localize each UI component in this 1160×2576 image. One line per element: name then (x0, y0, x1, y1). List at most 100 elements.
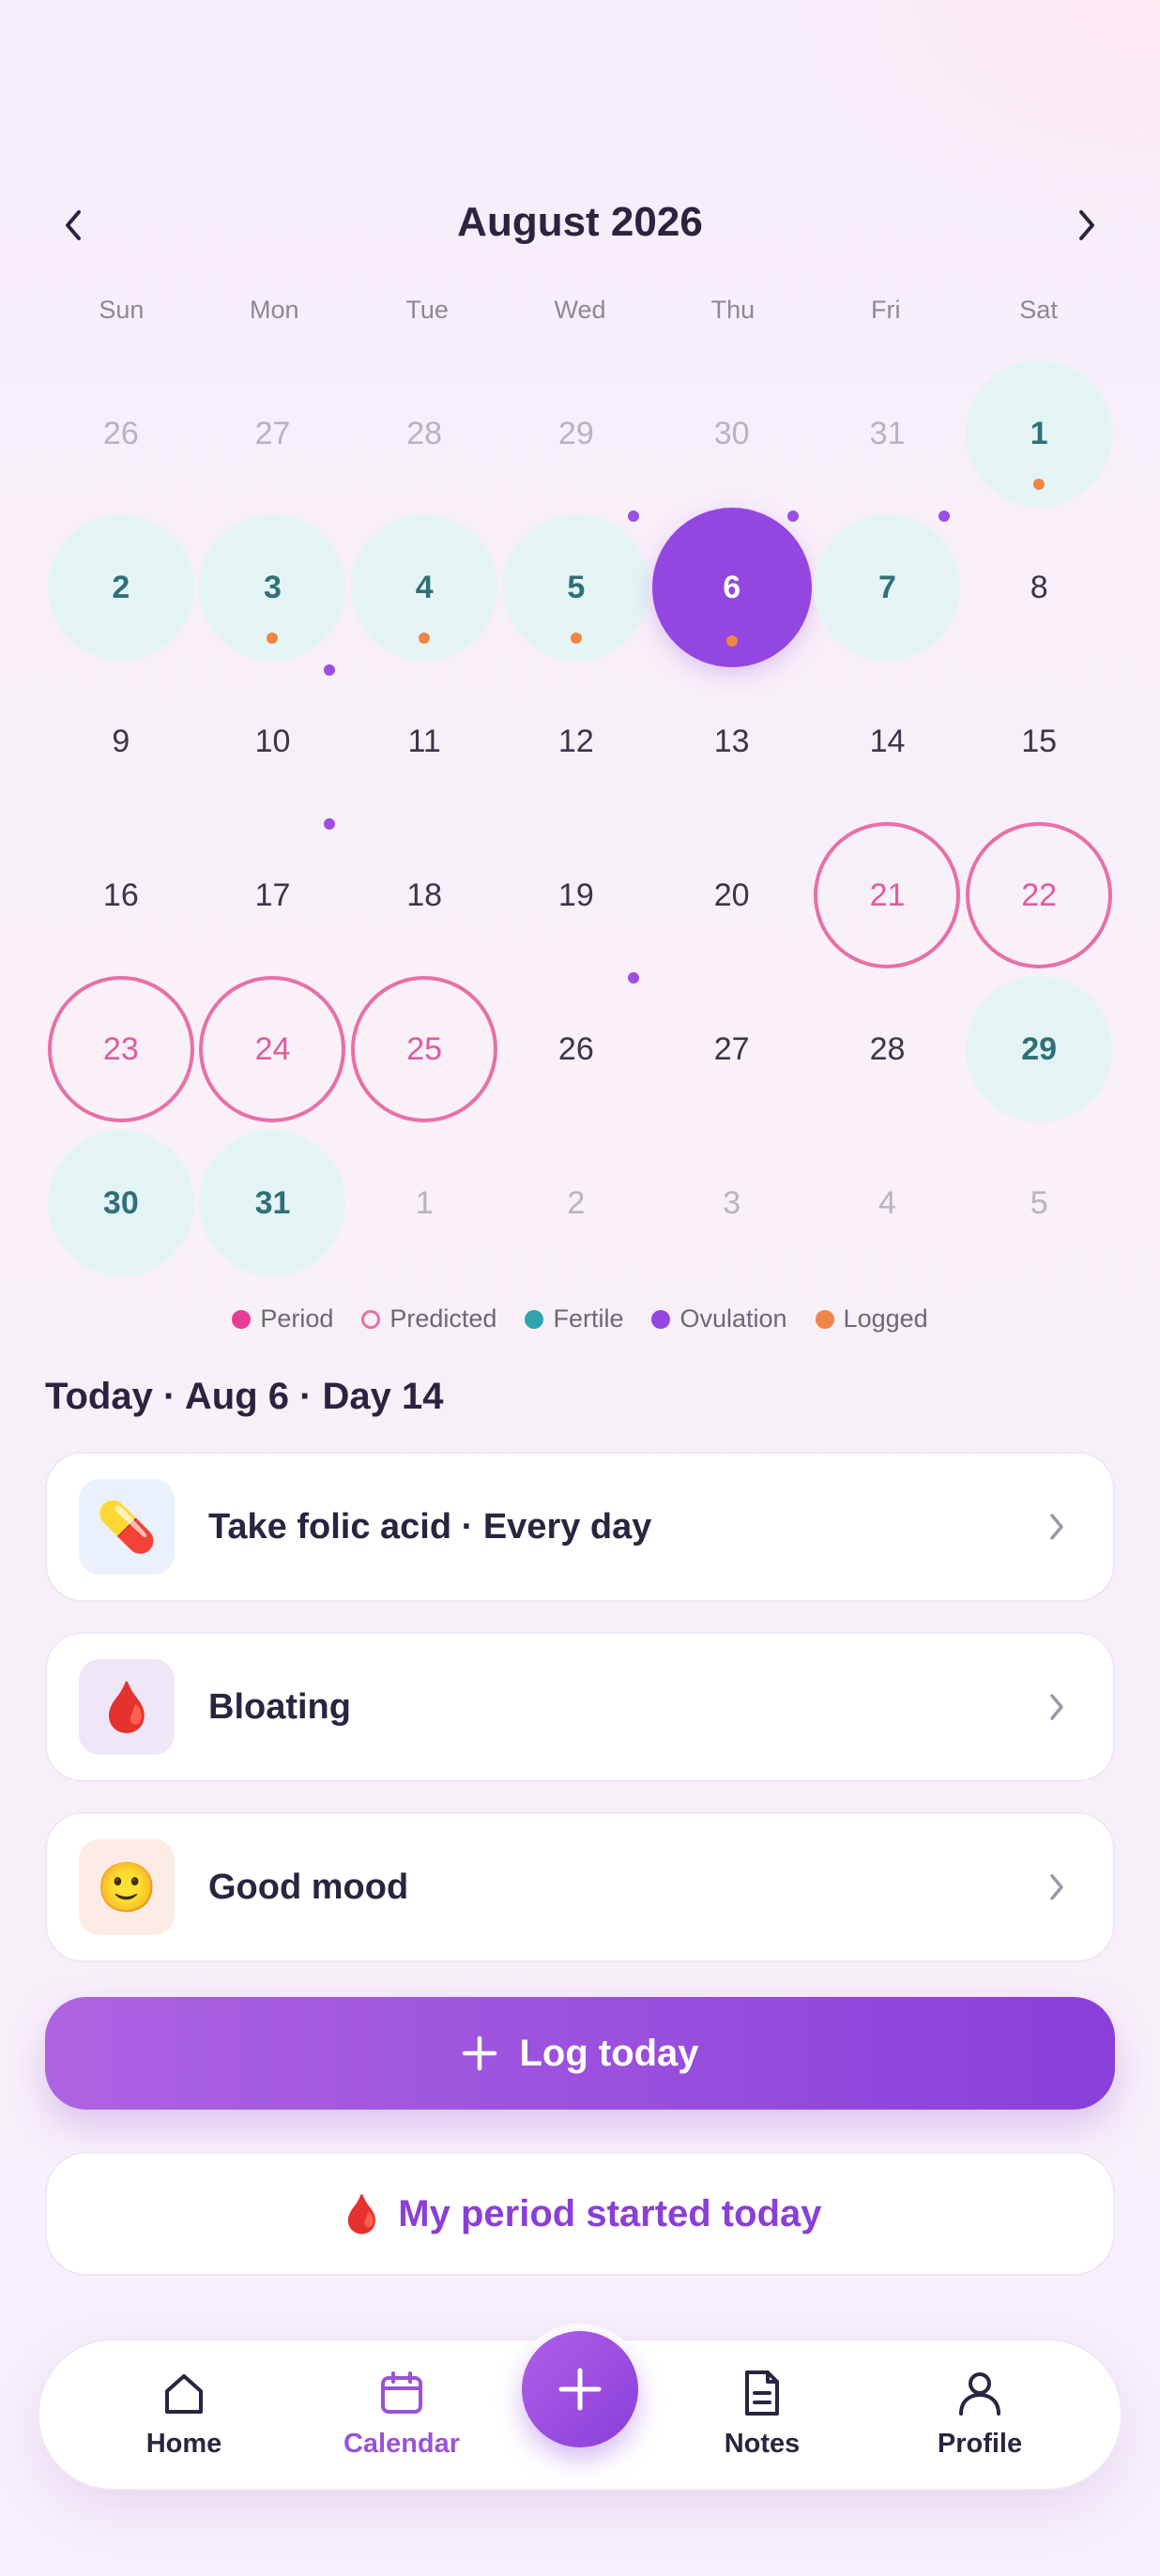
calendar-day[interactable]: 30 (45, 1126, 197, 1280)
weekday-label: Sun (99, 296, 145, 324)
period-started-button[interactable]: 🩸 My period started today (45, 2152, 1115, 2276)
calendar-day[interactable]: 24 (197, 972, 349, 1126)
calendar-day[interactable]: 15 (963, 664, 1115, 818)
day-number: 4 (878, 1184, 896, 1221)
day-circle: 30 (659, 360, 805, 507)
calendar-day[interactable]: 8 (963, 511, 1115, 664)
next-month-button[interactable] (1059, 197, 1115, 253)
calendar-day[interactable]: 4 (348, 511, 500, 664)
chevron-right-icon (1079, 210, 1094, 240)
day-circle: 10 (199, 668, 345, 815)
day-number: 27 (713, 1030, 750, 1067)
day-circle: 30 (47, 1130, 194, 1276)
calendar-day[interactable]: 31 (197, 1126, 349, 1280)
day-circle: 9 (48, 668, 194, 815)
nav-notes[interactable]: Notes (668, 2369, 856, 2460)
blood-drop-icon: 🩸 (79, 1659, 175, 1755)
calendar-day[interactable]: 5 (500, 511, 652, 664)
day-number: 28 (869, 1030, 906, 1067)
calendar-day[interactable]: 27 (652, 972, 812, 1126)
legend-label: Logged (843, 1304, 928, 1333)
calendar-day[interactable]: 9 (45, 664, 197, 818)
day-circle: 15 (966, 668, 1112, 815)
day-number: 17 (254, 876, 291, 913)
calendar-day[interactable]: 11 (348, 664, 500, 818)
calendar-day: 3 (652, 1126, 812, 1280)
day-circle: 21 (814, 822, 961, 968)
card-label: Bloating (208, 1686, 351, 1727)
day-number: 4 (415, 569, 434, 605)
day-circle: 19 (503, 822, 649, 968)
calendar-day[interactable]: 16 (45, 818, 197, 972)
day-number: 21 (869, 876, 906, 913)
reminder-card-folic-acid[interactable]: 💊 Take folic acid · Every day (45, 1452, 1115, 1602)
day-number: 11 (407, 723, 441, 759)
day-circle: 29 (966, 976, 1113, 1122)
calendar-day[interactable]: 28 (812, 972, 964, 1126)
day-number: 26 (102, 415, 139, 451)
calendar-grid: 26 27 28 29 30 31 1 2 3 4 5 6 7 8 9 10 11 12 13 14 15 16 17 18 1… (45, 357, 1115, 1280)
calendar-day[interactable]: 10 (197, 664, 349, 818)
log-today-button[interactable]: Log today (45, 1997, 1115, 2110)
day-circle: 20 (659, 822, 805, 968)
calendar-day: 28 (348, 357, 500, 511)
day-number: 15 (1021, 723, 1058, 759)
legend-item-logged: Logged (815, 1304, 928, 1334)
day-number: 7 (878, 569, 896, 605)
day-circle: 24 (199, 976, 346, 1122)
day-number: 3 (264, 569, 282, 605)
day-circle: 14 (814, 668, 960, 815)
calendar-day[interactable]: 3 (197, 511, 349, 664)
nav-profile[interactable]: Profile (886, 2369, 1074, 2460)
nav-home[interactable]: Home (90, 2369, 278, 2460)
day-circle: 31 (199, 1130, 346, 1276)
predicted-ring-icon (361, 1309, 381, 1329)
mood-card-good-mood[interactable]: 🙂 Good mood (45, 1812, 1115, 1962)
legend-item-ovulation: Ovulation (651, 1304, 787, 1334)
calendar-day[interactable]: 7 (812, 511, 964, 664)
calendar-day[interactable]: 13 (652, 664, 812, 818)
day-number: 25 (406, 1030, 443, 1067)
symptom-card-bloating[interactable]: 🩸 Bloating (45, 1632, 1115, 1782)
logged-dot-icon (1033, 479, 1046, 490)
calendar-day[interactable]: 1 (963, 357, 1115, 511)
calendar-day[interactable]: 25 (348, 972, 500, 1126)
day-circle: 7 (814, 514, 961, 661)
weekday-label: Wed (554, 296, 606, 324)
calendar-day: 4 (812, 1126, 964, 1280)
smile-icon: 🙂 (79, 1839, 175, 1935)
day-number: 30 (102, 1184, 139, 1221)
calendar-day[interactable]: 29 (963, 972, 1115, 1126)
calendar-day: 31 (812, 357, 964, 511)
calendar-day[interactable]: 2 (45, 511, 197, 664)
calendar-day[interactable]: 23 (45, 972, 197, 1126)
nav-calendar[interactable]: Calendar (308, 2369, 496, 2460)
calendar-day[interactable]: 26 (500, 972, 652, 1126)
day-number: 2 (112, 569, 130, 605)
legend-item-fertile: Fertile (525, 1304, 623, 1334)
legend-label: Predicted (389, 1304, 497, 1333)
calendar-day[interactable]: 20 (652, 818, 812, 972)
ovulation-dot-icon (324, 664, 336, 676)
calendar-day[interactable]: 14 (812, 664, 964, 818)
add-entry-fab[interactable] (514, 2324, 646, 2455)
pill-icon: 💊 (79, 1479, 175, 1575)
day-circle: 26 (503, 976, 649, 1122)
weekday-header: Sun Mon Tue Wed Thu Fri Sat (45, 296, 1115, 325)
calendar-day[interactable]: 12 (500, 664, 652, 818)
logged-dot-icon (419, 633, 431, 644)
day-circle: 6 (651, 508, 812, 667)
calendar-day[interactable]: 6 (651, 508, 812, 667)
day-circle: 8 (966, 514, 1112, 661)
home-icon (165, 2374, 203, 2414)
calendar-day[interactable]: 17 (197, 818, 349, 972)
calendar-day[interactable]: 21 (812, 818, 964, 972)
calendar-day: 2 (500, 1126, 652, 1280)
card-label: Good mood (208, 1867, 409, 1907)
day-circle: 27 (199, 360, 345, 507)
calendar-day[interactable]: 19 (500, 818, 652, 972)
calendar-day[interactable]: 22 (963, 818, 1115, 972)
calendar-day[interactable]: 18 (348, 818, 500, 972)
calendar-day: 1 (348, 1126, 500, 1280)
logged-dot-icon (725, 635, 738, 647)
